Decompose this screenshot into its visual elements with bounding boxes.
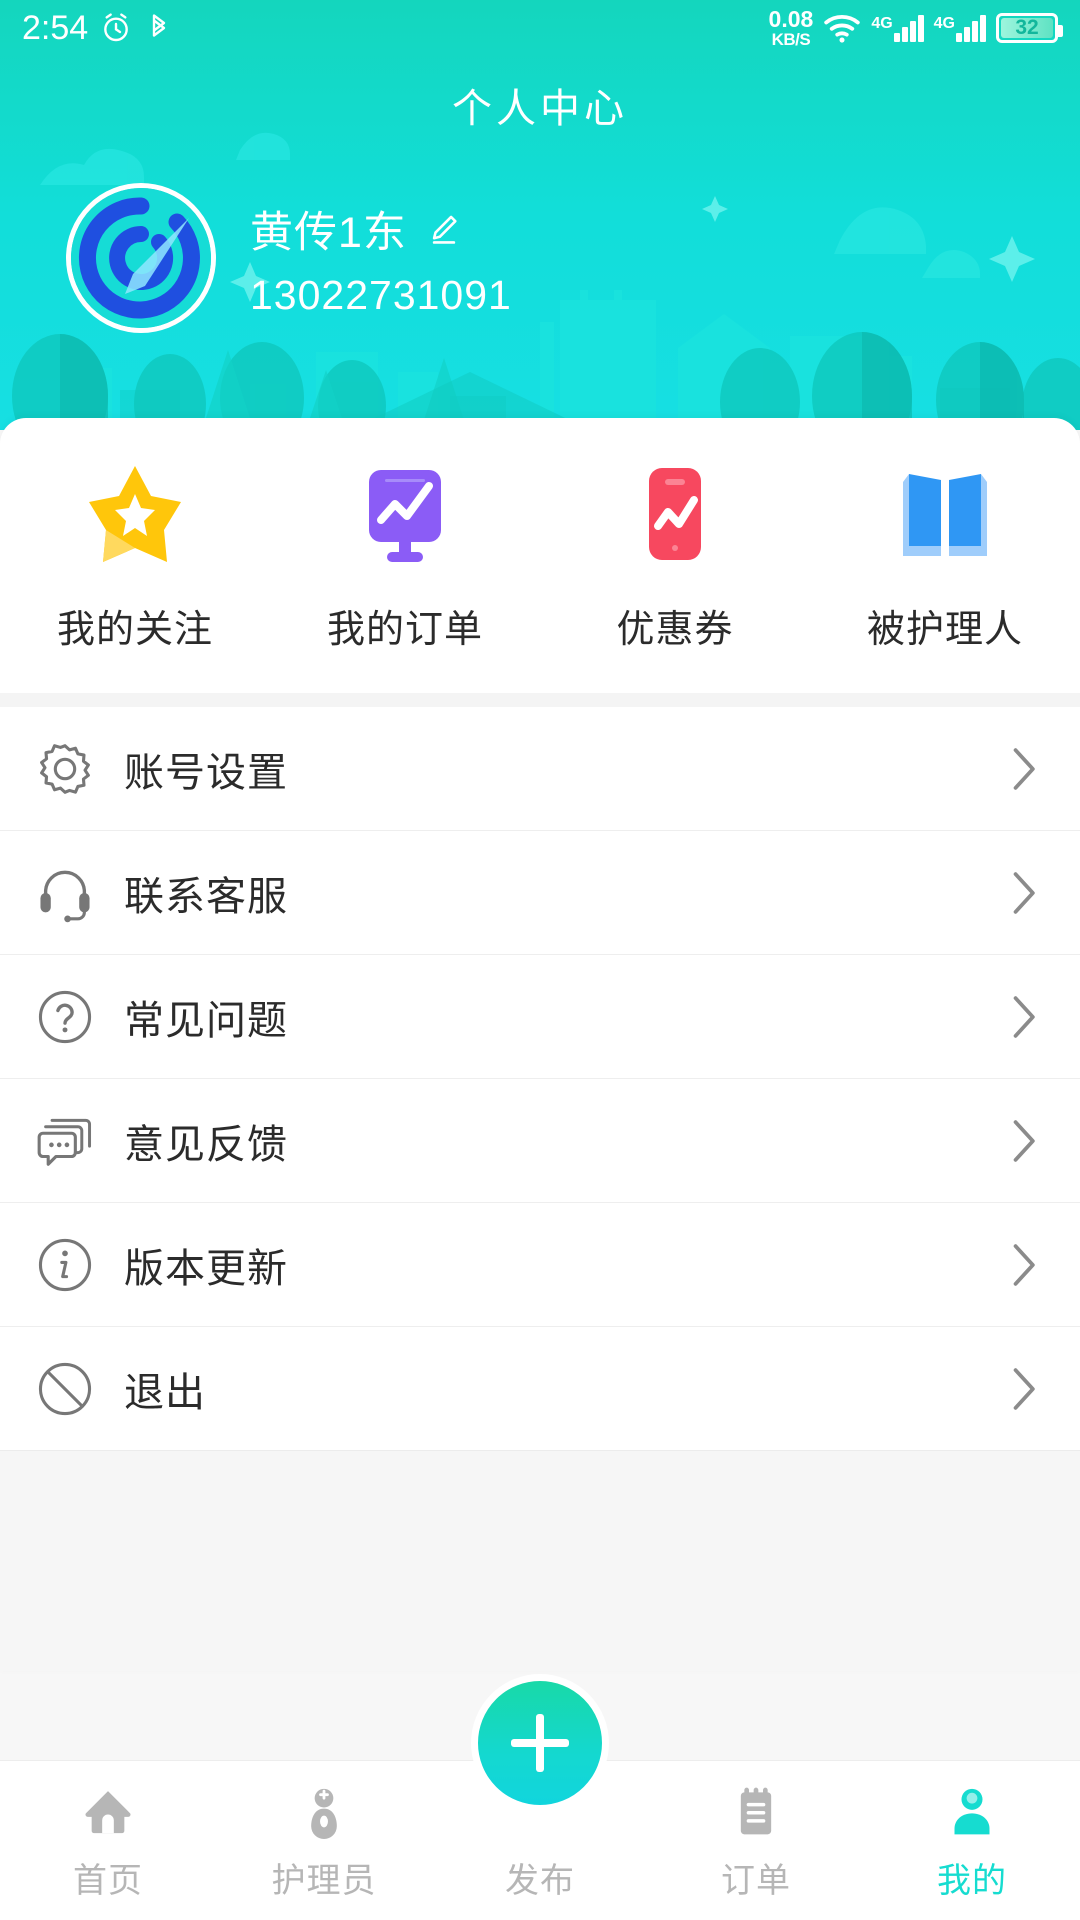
menu-item-logout[interactable]: 退出 xyxy=(0,1327,1080,1451)
phone-chart-icon xyxy=(621,460,729,568)
status-clock: 2:54 xyxy=(22,8,89,47)
quick-action-my-orders[interactable]: 我的订单 xyxy=(270,460,540,653)
tab-label: 我的 xyxy=(937,1862,1007,1900)
profile-text: 黄传1东 13022731091 xyxy=(250,198,512,319)
sim2-network-label: 4G xyxy=(933,14,955,32)
tab-home[interactable]: 首页 xyxy=(0,1761,216,1902)
network-speed-unit: KB/S xyxy=(771,30,811,49)
tab-label: 首页 xyxy=(73,1862,143,1900)
menu-item-label: 常见问题 xyxy=(124,998,288,1043)
tab-label: 订单 xyxy=(721,1862,791,1900)
headset-icon xyxy=(40,870,90,922)
avatar-logo-icon xyxy=(71,188,211,328)
menu-item-label: 版本更新 xyxy=(124,1246,288,1291)
chevron-right-icon xyxy=(1013,1243,1035,1286)
avatar[interactable] xyxy=(66,183,216,333)
chat-bubble-icon xyxy=(37,1118,92,1166)
status-bar-right: 0.08 KB/S 4G 4G 32 xyxy=(768,6,1063,49)
empty-space xyxy=(0,1451,1080,1671)
tab-mine[interactable]: 我的 xyxy=(864,1761,1080,1902)
monitor-chart-icon xyxy=(351,460,459,568)
tab-label: 发布 xyxy=(505,1862,575,1900)
sim1-signal: 4G xyxy=(871,14,924,42)
quick-action-label: 我的订单 xyxy=(326,609,483,651)
person-icon xyxy=(954,1788,990,1835)
menu-item-label: 账号设置 xyxy=(124,750,288,795)
tab-label: 护理员 xyxy=(271,1862,377,1900)
tab-caregiver[interactable]: 护理员 xyxy=(216,1761,432,1902)
app-screen: 2:54 0.08 KB/S 4G 4G 32 个人中心 黄传1东 130227… xyxy=(0,0,1080,1920)
sim2-signal: 4G xyxy=(933,14,986,42)
profile-block[interactable]: 黄传1东 13022731091 xyxy=(66,183,512,333)
nurse-icon xyxy=(311,1788,337,1839)
user-phone: 13022731091 xyxy=(250,271,512,318)
plus-fab-icon xyxy=(511,1714,569,1772)
quick-action-my-follows[interactable]: 我的关注 xyxy=(0,460,270,653)
user-name: 黄传1东 xyxy=(250,208,407,257)
quick-action-label: 优惠券 xyxy=(616,609,734,651)
chevron-right-icon xyxy=(1013,995,1035,1038)
chevron-right-icon xyxy=(1013,747,1035,790)
chevron-right-icon xyxy=(1013,871,1035,914)
quick-action-coupons[interactable]: 优惠券 xyxy=(540,460,810,653)
tab-orders[interactable]: 订单 xyxy=(648,1761,864,1902)
settings-menu-list: 账号设置 联系客服 常见问题 意见反馈 版本更新 退出 xyxy=(0,707,1080,1451)
network-speed: 0.08 KB/S xyxy=(768,6,814,49)
gear-icon xyxy=(40,743,90,794)
name-line: 黄传1东 xyxy=(250,198,512,260)
status-bar-left: 2:54 xyxy=(22,9,174,48)
content-card: 我的关注 我的订单 优惠券 被护理人 账号设置 联系客服 常见问题 意见反馈 版… xyxy=(0,418,1080,1671)
battery-indicator: 32 xyxy=(996,13,1063,43)
wifi-icon xyxy=(824,15,861,43)
profile-header: 2:54 0.08 KB/S 4G 4G 32 个人中心 黄传1东 130227… xyxy=(0,0,1080,430)
clipboard-icon xyxy=(740,1787,772,1835)
menu-item-label: 联系客服 xyxy=(124,874,288,919)
sim1-network-label: 4G xyxy=(871,14,893,32)
quick-action-label: 我的关注 xyxy=(56,609,213,651)
battery-percent: 32 xyxy=(1015,16,1039,39)
quick-action-label: 被护理人 xyxy=(866,609,1023,651)
ban-circle-icon xyxy=(38,1362,92,1415)
menu-item-label: 退出 xyxy=(124,1370,206,1415)
edit-pencil-icon[interactable] xyxy=(427,212,461,246)
alarm-clock-icon xyxy=(104,13,129,42)
menu-item-label: 意见反馈 xyxy=(124,1122,288,1167)
chevron-right-icon xyxy=(1013,1367,1035,1410)
status-bar: 2:54 0.08 KB/S 4G 4G 32 xyxy=(0,0,1080,56)
star-icon xyxy=(81,460,189,568)
section-divider xyxy=(0,693,1080,707)
menu-item-faq[interactable]: 常见问题 xyxy=(0,955,1080,1079)
quick-action-care-recipients[interactable]: 被护理人 xyxy=(810,460,1080,653)
page-title: 个人中心 xyxy=(452,87,628,131)
question-circle-icon xyxy=(38,990,92,1043)
menu-item-contact-support[interactable]: 联系客服 xyxy=(0,831,1080,955)
menu-item-feedback[interactable]: 意见反馈 xyxy=(0,1079,1080,1203)
bluetooth-icon xyxy=(153,14,166,37)
home-icon xyxy=(85,1791,131,1834)
menu-item-version-update[interactable]: 版本更新 xyxy=(0,1203,1080,1327)
info-circle-icon xyxy=(38,1238,92,1291)
open-book-icon xyxy=(891,460,999,568)
menu-item-account-settings[interactable]: 账号设置 xyxy=(0,707,1080,831)
quick-actions-row: 我的关注 我的订单 优惠券 被护理人 xyxy=(0,418,1080,693)
chevron-right-icon xyxy=(1013,1119,1035,1162)
publish-fab-button[interactable] xyxy=(471,1674,609,1812)
network-speed-value: 0.08 xyxy=(768,6,814,32)
